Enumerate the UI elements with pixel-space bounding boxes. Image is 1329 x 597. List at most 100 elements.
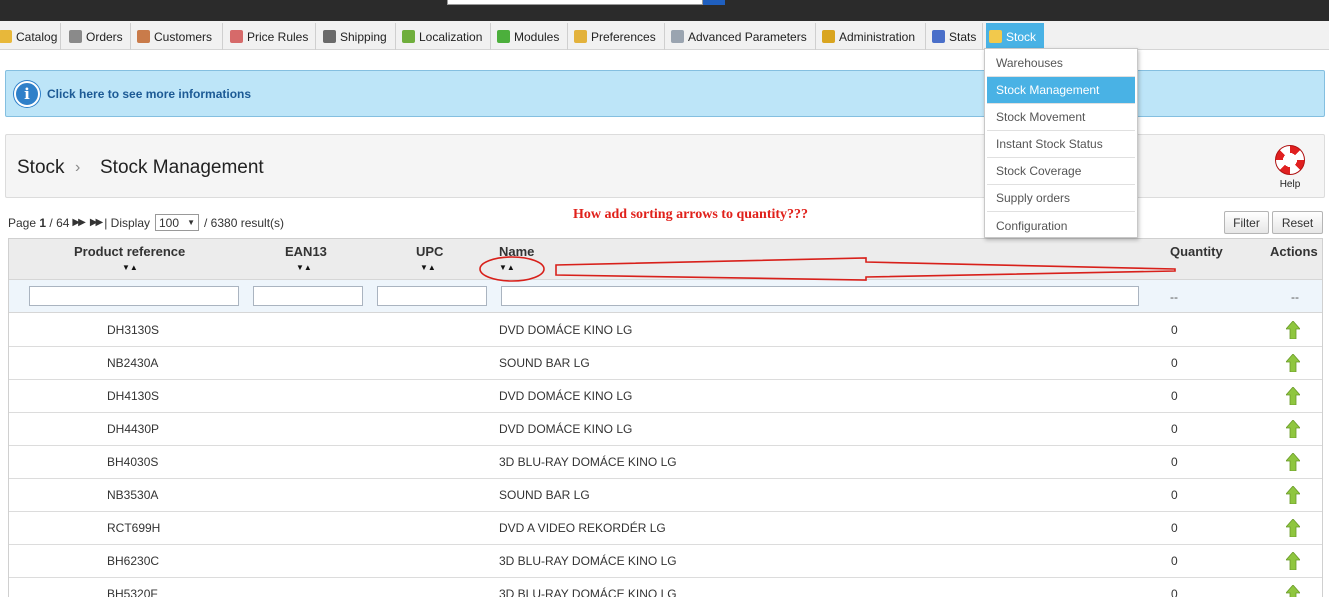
breadcrumb-stock[interactable]: Stock <box>17 157 65 179</box>
menu-item-customers[interactable]: Customers <box>134 23 223 50</box>
next-page-arrows-icon[interactable]: ▶▶ <box>72 217 85 228</box>
sort-arrows-upc-icon[interactable]: ▼▲ <box>420 263 436 272</box>
dropdown-item-warehouses[interactable]: Warehouses <box>987 50 1135 77</box>
table-row[interactable]: DH4130S DVD DOMÁCE KINO LG 0 <box>9 380 1322 413</box>
cell-quantity: 0 <box>1171 488 1178 502</box>
breadcrumb-separator: › <box>75 159 81 176</box>
filter-row: -- -- <box>9 280 1322 313</box>
cell-quantity: 0 <box>1171 554 1178 568</box>
main-menu: Catalog Orders Customers Price Rules Shi… <box>0 21 1329 50</box>
table-row[interactable]: NB3530A SOUND BAR LG 0 <box>9 479 1322 512</box>
arrow-up-icon[interactable] <box>1286 387 1300 405</box>
menu-item-administration[interactable]: Administration <box>819 23 926 50</box>
filter-actions-placeholder: -- <box>1291 290 1299 304</box>
filter-upc-input[interactable] <box>377 286 487 306</box>
top-search-button[interactable] <box>703 0 725 5</box>
puzzle-icon <box>497 30 510 43</box>
cell-name: 3D BLU-RAY DOMÁCE KINO LG <box>499 587 677 597</box>
arrow-up-icon[interactable] <box>1286 552 1300 570</box>
arrow-up-icon[interactable] <box>1286 321 1300 339</box>
pagination: Page 1 / 64 ▶▶ ▶▶ | Display 100 ▼ / 6380 … <box>8 214 285 231</box>
cell-name: DVD DOMÁCE KINO LG <box>499 389 633 403</box>
menu-item-stats[interactable]: Stats <box>929 23 983 50</box>
sort-arrows-reference-icon[interactable]: ▼▲ <box>122 263 138 272</box>
stock-dropdown-menu: Warehouses Stock Management Stock Moveme… <box>984 48 1138 238</box>
cell-name: DVD DOMÁCE KINO LG <box>499 422 633 436</box>
info-icon: i <box>14 80 40 107</box>
table-row[interactable]: BH5320F 3D BLU-RAY DOMÁCE KINO LG 0 <box>9 578 1322 597</box>
last-page-arrows-icon[interactable]: ▶▶ <box>90 217 103 228</box>
table-row[interactable]: BH4030S 3D BLU-RAY DOMÁCE KINO LG 0 <box>9 446 1322 479</box>
menu-item-localization[interactable]: Localization <box>399 23 491 50</box>
column-header-quantity: Quantity <box>1170 244 1223 259</box>
table-row[interactable]: DH3130S DVD DOMÁCE KINO LG 0 <box>9 314 1322 347</box>
preferences-icon <box>574 30 587 43</box>
cell-quantity: 0 <box>1171 323 1178 337</box>
cell-reference: BH4030S <box>107 455 159 469</box>
current-page: 1 <box>39 215 47 230</box>
filter-quantity-placeholder: -- <box>1170 290 1178 304</box>
top-bar <box>0 0 1329 21</box>
filter-ean13-input[interactable] <box>253 286 363 306</box>
column-header-actions: Actions <box>1270 244 1318 259</box>
cell-reference: DH4430P <box>107 422 160 436</box>
menu-item-shipping[interactable]: Shipping <box>320 23 396 50</box>
arrow-up-icon[interactable] <box>1286 519 1300 537</box>
cell-name: 3D BLU-RAY DOMÁCE KINO LG <box>499 455 677 469</box>
dropdown-item-instant-stock-status[interactable]: Instant Stock Status <box>987 131 1135 158</box>
menu-item-advanced-parameters[interactable]: Advanced Parameters <box>668 23 816 50</box>
cell-name: DVD A VIDEO REKORDÉR LG <box>499 521 666 535</box>
arrow-up-icon[interactable] <box>1286 486 1300 504</box>
chevron-down-icon: ▼ <box>187 218 195 227</box>
top-search-input[interactable] <box>447 0 703 5</box>
customer-icon <box>137 30 150 43</box>
price-rules-icon <box>230 30 243 43</box>
filter-name-input[interactable] <box>501 286 1139 306</box>
key-icon <box>822 30 835 43</box>
menu-item-stock[interactable]: Stock <box>986 23 1044 50</box>
column-header-ean13: EAN13 <box>285 244 327 259</box>
cell-quantity: 0 <box>1171 521 1178 535</box>
help-button[interactable]: Help <box>1268 145 1312 193</box>
cart-icon <box>69 30 82 43</box>
table-row[interactable]: RCT699H DVD A VIDEO REKORDÉR LG 0 <box>9 512 1322 545</box>
sort-arrows-name-icon[interactable]: ▼▲ <box>499 263 515 272</box>
dropdown-item-stock-coverage[interactable]: Stock Coverage <box>987 158 1135 185</box>
per-page-select[interactable]: 100 ▼ <box>155 214 199 231</box>
table-row[interactable]: DH4430P DVD DOMÁCE KINO LG 0 <box>9 413 1322 446</box>
menu-item-orders[interactable]: Orders <box>66 23 131 50</box>
annotation-text: How add sorting arrows to quantity??? <box>573 207 809 222</box>
page-title: Stock Management <box>100 157 264 178</box>
menu-item-preferences[interactable]: Preferences <box>571 23 665 50</box>
cell-reference: BH5320F <box>107 587 158 597</box>
column-header-upc: UPC <box>416 244 444 259</box>
column-header-name: Name <box>499 244 535 259</box>
more-info-link[interactable]: Click here to see more informations <box>47 87 251 101</box>
sort-arrows-ean13-icon[interactable]: ▼▲ <box>296 263 312 272</box>
catalog-icon <box>0 30 12 43</box>
arrow-up-icon[interactable] <box>1286 354 1300 372</box>
cell-reference: DH4130S <box>107 389 160 403</box>
dropdown-item-stock-management[interactable]: Stock Management <box>987 77 1135 104</box>
results-count: / 6380 result(s) <box>204 215 285 230</box>
filter-button[interactable]: Filter <box>1224 211 1269 234</box>
dropdown-item-stock-movement[interactable]: Stock Movement <box>987 104 1135 131</box>
cell-name: DVD DOMÁCE KINO LG <box>499 323 633 337</box>
reset-button[interactable]: Reset <box>1272 211 1323 234</box>
table-row[interactable]: NB2430A SOUND BAR LG 0 <box>9 347 1322 380</box>
cell-quantity: 0 <box>1171 356 1178 370</box>
cell-quantity: 0 <box>1171 587 1178 597</box>
arrow-up-icon[interactable] <box>1286 420 1300 438</box>
arrow-up-icon[interactable] <box>1286 585 1300 597</box>
filter-reference-input[interactable] <box>29 286 239 306</box>
menu-item-catalog[interactable]: Catalog <box>0 23 61 50</box>
arrow-up-icon[interactable] <box>1286 453 1300 471</box>
dropdown-item-configuration[interactable]: Configuration <box>987 212 1135 239</box>
menu-item-price-rules[interactable]: Price Rules <box>227 23 316 50</box>
lifebuoy-icon <box>1275 145 1305 175</box>
menu-item-modules[interactable]: Modules <box>494 23 568 50</box>
wrench-icon <box>671 30 684 43</box>
table-row[interactable]: BH6230C 3D BLU-RAY DOMÁCE KINO LG 0 <box>9 545 1322 578</box>
table-header: Product reference ▼▲ EAN13 ▼▲ UPC ▼▲ Nam… <box>9 239 1322 280</box>
dropdown-item-supply-orders[interactable]: Supply orders <box>987 185 1135 212</box>
